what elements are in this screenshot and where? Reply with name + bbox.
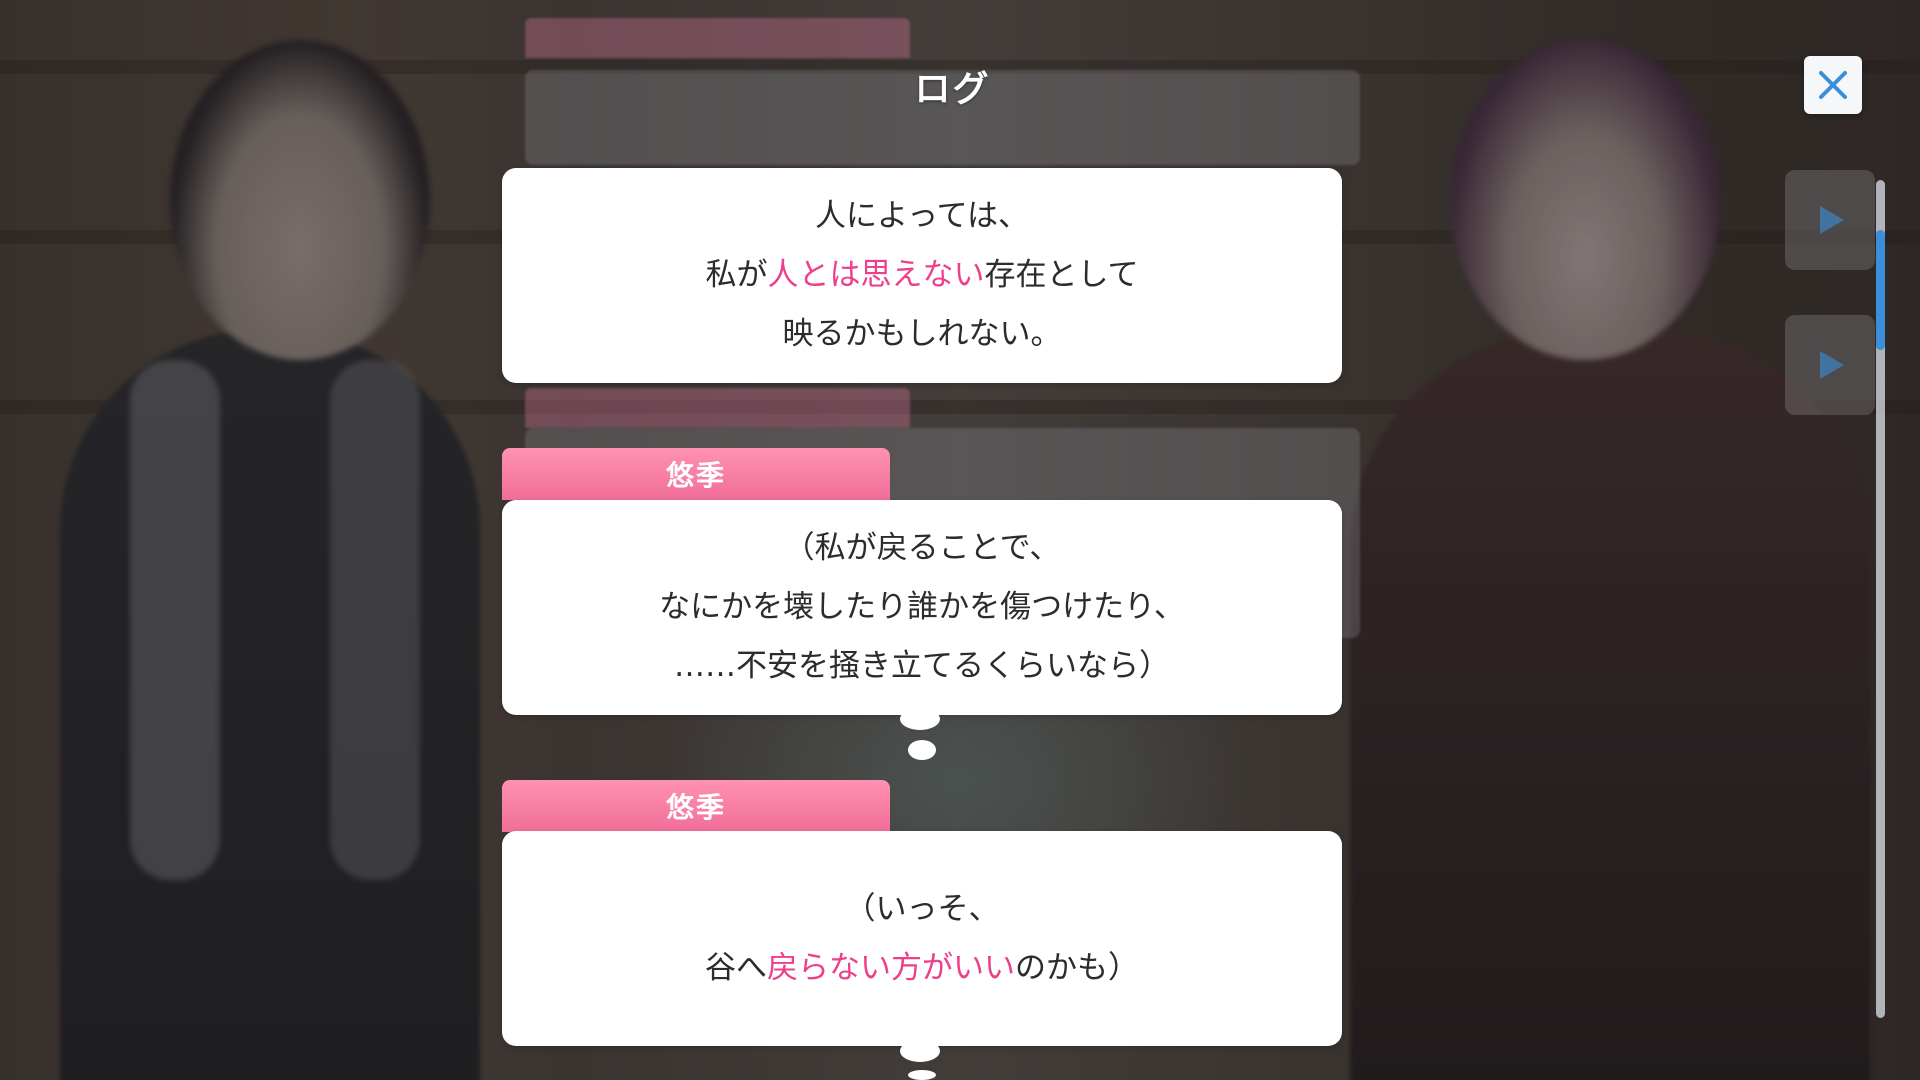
dialogue-line: 谷へ戻らない方がいいのかも）	[705, 949, 1139, 986]
thought-bubble-dot	[908, 1070, 936, 1080]
thought-bubble-dot	[908, 740, 936, 760]
close-button[interactable]	[1804, 56, 1862, 114]
speaker-name-tab: 悠季	[502, 780, 890, 832]
dialogue-line: （いっそ、	[844, 890, 1000, 927]
highlighted-text: 戻らない方がいい	[767, 949, 1015, 986]
dialogue-bubble: （いっそ、 谷へ戻らない方がいいのかも）	[502, 831, 1342, 1046]
dialogue-bubble: （私が戻ることで、 なにかを壊したり誰かを傷つけたり、 ……不安を掻き立てるくら…	[502, 500, 1342, 715]
scrollbar-thumb[interactable]	[1876, 230, 1885, 350]
speaker-name: 悠季	[665, 791, 726, 824]
speaker-name-tab: 悠季	[502, 448, 890, 500]
close-icon	[1819, 71, 1847, 99]
play-icon	[1820, 206, 1844, 234]
dialogue-line: （私が戻ることで、	[783, 530, 1061, 566]
log-list[interactable]: 人によっては、 私が人とは思えない存在として 映るかもしれない。 悠季 （私が戻…	[502, 0, 1342, 1080]
voice-play-button[interactable]	[1785, 315, 1875, 415]
thought-bubble-dot	[900, 1040, 940, 1062]
dialogue-line: 映るかもしれない。	[782, 316, 1062, 352]
dialogue-line: 人によっては、	[815, 198, 1029, 234]
dialogue-line: 私が人とは思えない存在として	[705, 257, 1139, 293]
dialogue-line: ……不安を掻き立てるくらいなら）	[674, 648, 1170, 684]
dialogue-bubble: 人によっては、 私が人とは思えない存在として 映るかもしれない。	[502, 168, 1342, 383]
voice-play-button[interactable]	[1785, 170, 1875, 270]
thought-bubble-dot	[900, 708, 940, 730]
dialogue-line: なにかを壊したり誰かを傷つけたり、	[659, 589, 1185, 625]
highlighted-text: 人とは思えない	[767, 257, 985, 293]
play-icon	[1820, 351, 1844, 379]
speaker-name: 悠季	[665, 459, 726, 492]
